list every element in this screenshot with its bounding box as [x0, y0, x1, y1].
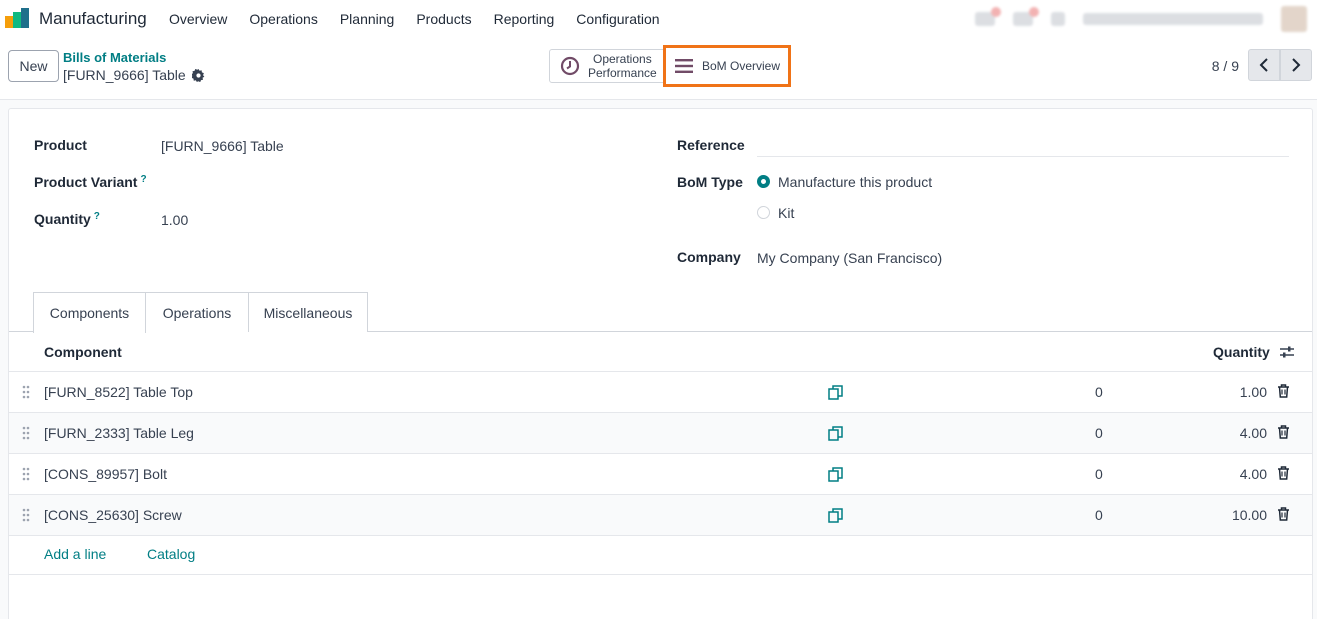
control-panel: New Bills of Materials [FURN_9666] Table…	[0, 38, 1317, 100]
product-label: Product	[34, 137, 87, 153]
operations-performance-label: Operations Performance	[588, 52, 657, 80]
company-field[interactable]: My Company (San Francisco)	[757, 250, 942, 266]
row-mid-value: 0	[1095, 425, 1103, 441]
trash-icon[interactable]	[1277, 507, 1290, 521]
component-name[interactable]: [FURN_8522] Table Top	[44, 384, 193, 400]
product-variant-label-text: Product Variant	[34, 174, 138, 190]
drag-handle-icon[interactable]	[22, 426, 30, 440]
product-field[interactable]: [FURN_9666] Table	[161, 138, 284, 154]
copy-icon[interactable]	[828, 508, 843, 523]
add-a-line-link[interactable]: Add a line	[44, 546, 106, 562]
main-menu: Overview Operations Planning Products Re…	[158, 0, 671, 38]
row-mid-value: 0	[1095, 466, 1103, 482]
trash-icon[interactable]	[1277, 466, 1290, 480]
company-label: Company	[677, 249, 741, 265]
clock-icon	[560, 56, 580, 76]
ops-perf-line1: Operations	[593, 52, 652, 66]
breadcrumb-bills-of-materials[interactable]: Bills of Materials	[63, 50, 166, 65]
column-component[interactable]: Component	[44, 344, 122, 360]
bars-icon	[675, 59, 693, 73]
company-switcher[interactable]	[1083, 13, 1263, 25]
row-quantity[interactable]: 10.00	[1232, 507, 1267, 523]
optional-columns-icon[interactable]	[1279, 345, 1295, 359]
tab-miscellaneous[interactable]: Miscellaneous	[248, 292, 368, 332]
component-name[interactable]: [CONS_25630] Screw	[44, 507, 182, 523]
tab-operations[interactable]: Operations	[146, 292, 249, 332]
new-button[interactable]: New	[8, 50, 59, 82]
column-quantity[interactable]: Quantity	[1213, 344, 1270, 360]
table-row[interactable]: [CONS_25630] Screw 0 10.00	[9, 495, 1312, 536]
menu-planning[interactable]: Planning	[329, 11, 406, 27]
help-icon[interactable]: ?	[94, 211, 100, 222]
bom-overview-label: BoM Overview	[702, 59, 781, 73]
table-row[interactable]: [FURN_8522] Table Top 0 1.00	[9, 372, 1312, 413]
copy-icon[interactable]	[828, 385, 843, 400]
bom-overview-button[interactable]: BoM Overview	[663, 45, 791, 87]
app-name[interactable]: Manufacturing	[39, 9, 147, 29]
messaging-icon[interactable]	[975, 7, 1001, 26]
top-navbar: Manufacturing Overview Operations Planni…	[0, 0, 1317, 38]
operations-performance-button[interactable]: Operations Performance	[549, 49, 664, 83]
activity-icon[interactable]	[1013, 7, 1039, 26]
row-mid-value: 0	[1095, 384, 1103, 400]
reference-field[interactable]	[757, 156, 1289, 157]
bom-type-label: BoM Type	[677, 174, 743, 190]
menu-products[interactable]: Products	[405, 11, 482, 27]
chevron-right-icon	[1292, 58, 1301, 72]
breadcrumb-current: [FURN_9666] Table	[63, 67, 205, 83]
product-variant-label: Product Variant?	[34, 174, 147, 190]
menu-reporting[interactable]: Reporting	[483, 11, 566, 27]
ops-perf-line2: Performance	[588, 66, 657, 80]
copy-icon[interactable]	[828, 426, 843, 441]
row-quantity[interactable]: 4.00	[1240, 425, 1267, 441]
trash-icon[interactable]	[1277, 384, 1290, 398]
pager-previous-button[interactable]	[1248, 49, 1280, 81]
table-row[interactable]: [FURN_2333] Table Leg 0 4.00	[9, 413, 1312, 454]
reference-label: Reference	[677, 137, 745, 153]
radio-manufacture[interactable]	[757, 175, 770, 188]
row-quantity[interactable]: 4.00	[1240, 466, 1267, 482]
chevron-left-icon	[1259, 58, 1268, 72]
pager-value[interactable]: 8 / 9	[1212, 58, 1239, 74]
menu-configuration[interactable]: Configuration	[565, 11, 670, 27]
table-header: Component Quantity	[9, 332, 1312, 372]
radio-kit[interactable]	[757, 206, 770, 219]
radio-manufacture-label[interactable]: Manufacture this product	[778, 174, 932, 190]
table-row[interactable]: [CONS_89957] Bolt 0 4.00	[9, 454, 1312, 495]
tab-components[interactable]: Components	[33, 292, 146, 333]
gear-icon[interactable]	[191, 68, 205, 82]
component-name[interactable]: [CONS_89957] Bolt	[44, 466, 167, 482]
drag-handle-icon[interactable]	[22, 385, 30, 399]
copy-icon[interactable]	[828, 467, 843, 482]
help-icon[interactable]: ?	[140, 174, 146, 185]
systray	[975, 5, 1307, 33]
switch-company-icon[interactable]	[1051, 12, 1065, 26]
trash-icon[interactable]	[1277, 425, 1290, 439]
quantity-field[interactable]: 1.00	[161, 212, 188, 228]
menu-overview[interactable]: Overview	[158, 11, 238, 27]
drag-handle-icon[interactable]	[22, 467, 30, 481]
manufacturing-app-icon[interactable]	[5, 8, 31, 28]
radio-kit-label[interactable]: Kit	[778, 205, 794, 221]
row-quantity[interactable]: 1.00	[1240, 384, 1267, 400]
add-line-row: Add a line Catalog	[9, 534, 1312, 575]
notebook-tabs: Components Operations Miscellaneous	[9, 292, 1312, 333]
component-name[interactable]: [FURN_2333] Table Leg	[44, 425, 194, 441]
record-title: [FURN_9666] Table	[63, 67, 186, 83]
quantity-label: Quantity?	[34, 211, 100, 227]
form-sheet: Product [FURN_9666] Table Product Varian…	[8, 108, 1313, 619]
drag-handle-icon[interactable]	[22, 508, 30, 522]
menu-operations[interactable]: Operations	[238, 11, 328, 27]
user-avatar[interactable]	[1281, 6, 1307, 32]
row-mid-value: 0	[1095, 507, 1103, 523]
catalog-link[interactable]: Catalog	[147, 546, 195, 562]
pager-next-button[interactable]	[1280, 49, 1312, 81]
quantity-label-text: Quantity	[34, 211, 91, 227]
